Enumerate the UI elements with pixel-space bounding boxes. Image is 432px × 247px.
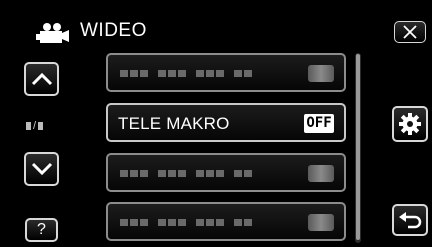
scrollbar-thumb[interactable] — [356, 54, 360, 240]
scroll-up-button[interactable] — [24, 62, 59, 96]
menu-item-label: TELE MAKRO — [118, 114, 230, 133]
placeholder-label — [120, 219, 252, 226]
menu-item-3[interactable] — [106, 153, 346, 192]
placeholder-label — [120, 170, 252, 177]
chevron-up-icon — [31, 72, 52, 86]
help-label: ? — [37, 221, 46, 238]
scroll-down-button[interactable] — [24, 152, 59, 186]
close-button[interactable] — [394, 21, 426, 43]
close-icon — [403, 25, 417, 39]
placeholder-label — [120, 70, 252, 77]
setting-value-badge: OFF — [304, 114, 334, 133]
setting-value-placeholder — [308, 65, 334, 82]
back-button[interactable] — [392, 204, 428, 236]
chevron-down-icon — [31, 162, 52, 176]
setting-value-placeholder — [308, 214, 334, 231]
settings-button[interactable] — [392, 106, 428, 142]
menu-item-1[interactable] — [106, 53, 346, 92]
return-icon — [399, 212, 422, 229]
menu-item-tele-makro[interactable]: TELE MAKRO OFF — [106, 103, 346, 142]
page-indicator: / — [26, 120, 60, 132]
setting-value-placeholder — [308, 165, 334, 182]
gear-icon — [399, 113, 421, 135]
help-button[interactable]: ? — [25, 218, 58, 242]
menu-item-4[interactable] — [106, 202, 346, 241]
page-title: WIDEO — [80, 20, 147, 41]
video-camera-icon — [36, 22, 70, 44]
